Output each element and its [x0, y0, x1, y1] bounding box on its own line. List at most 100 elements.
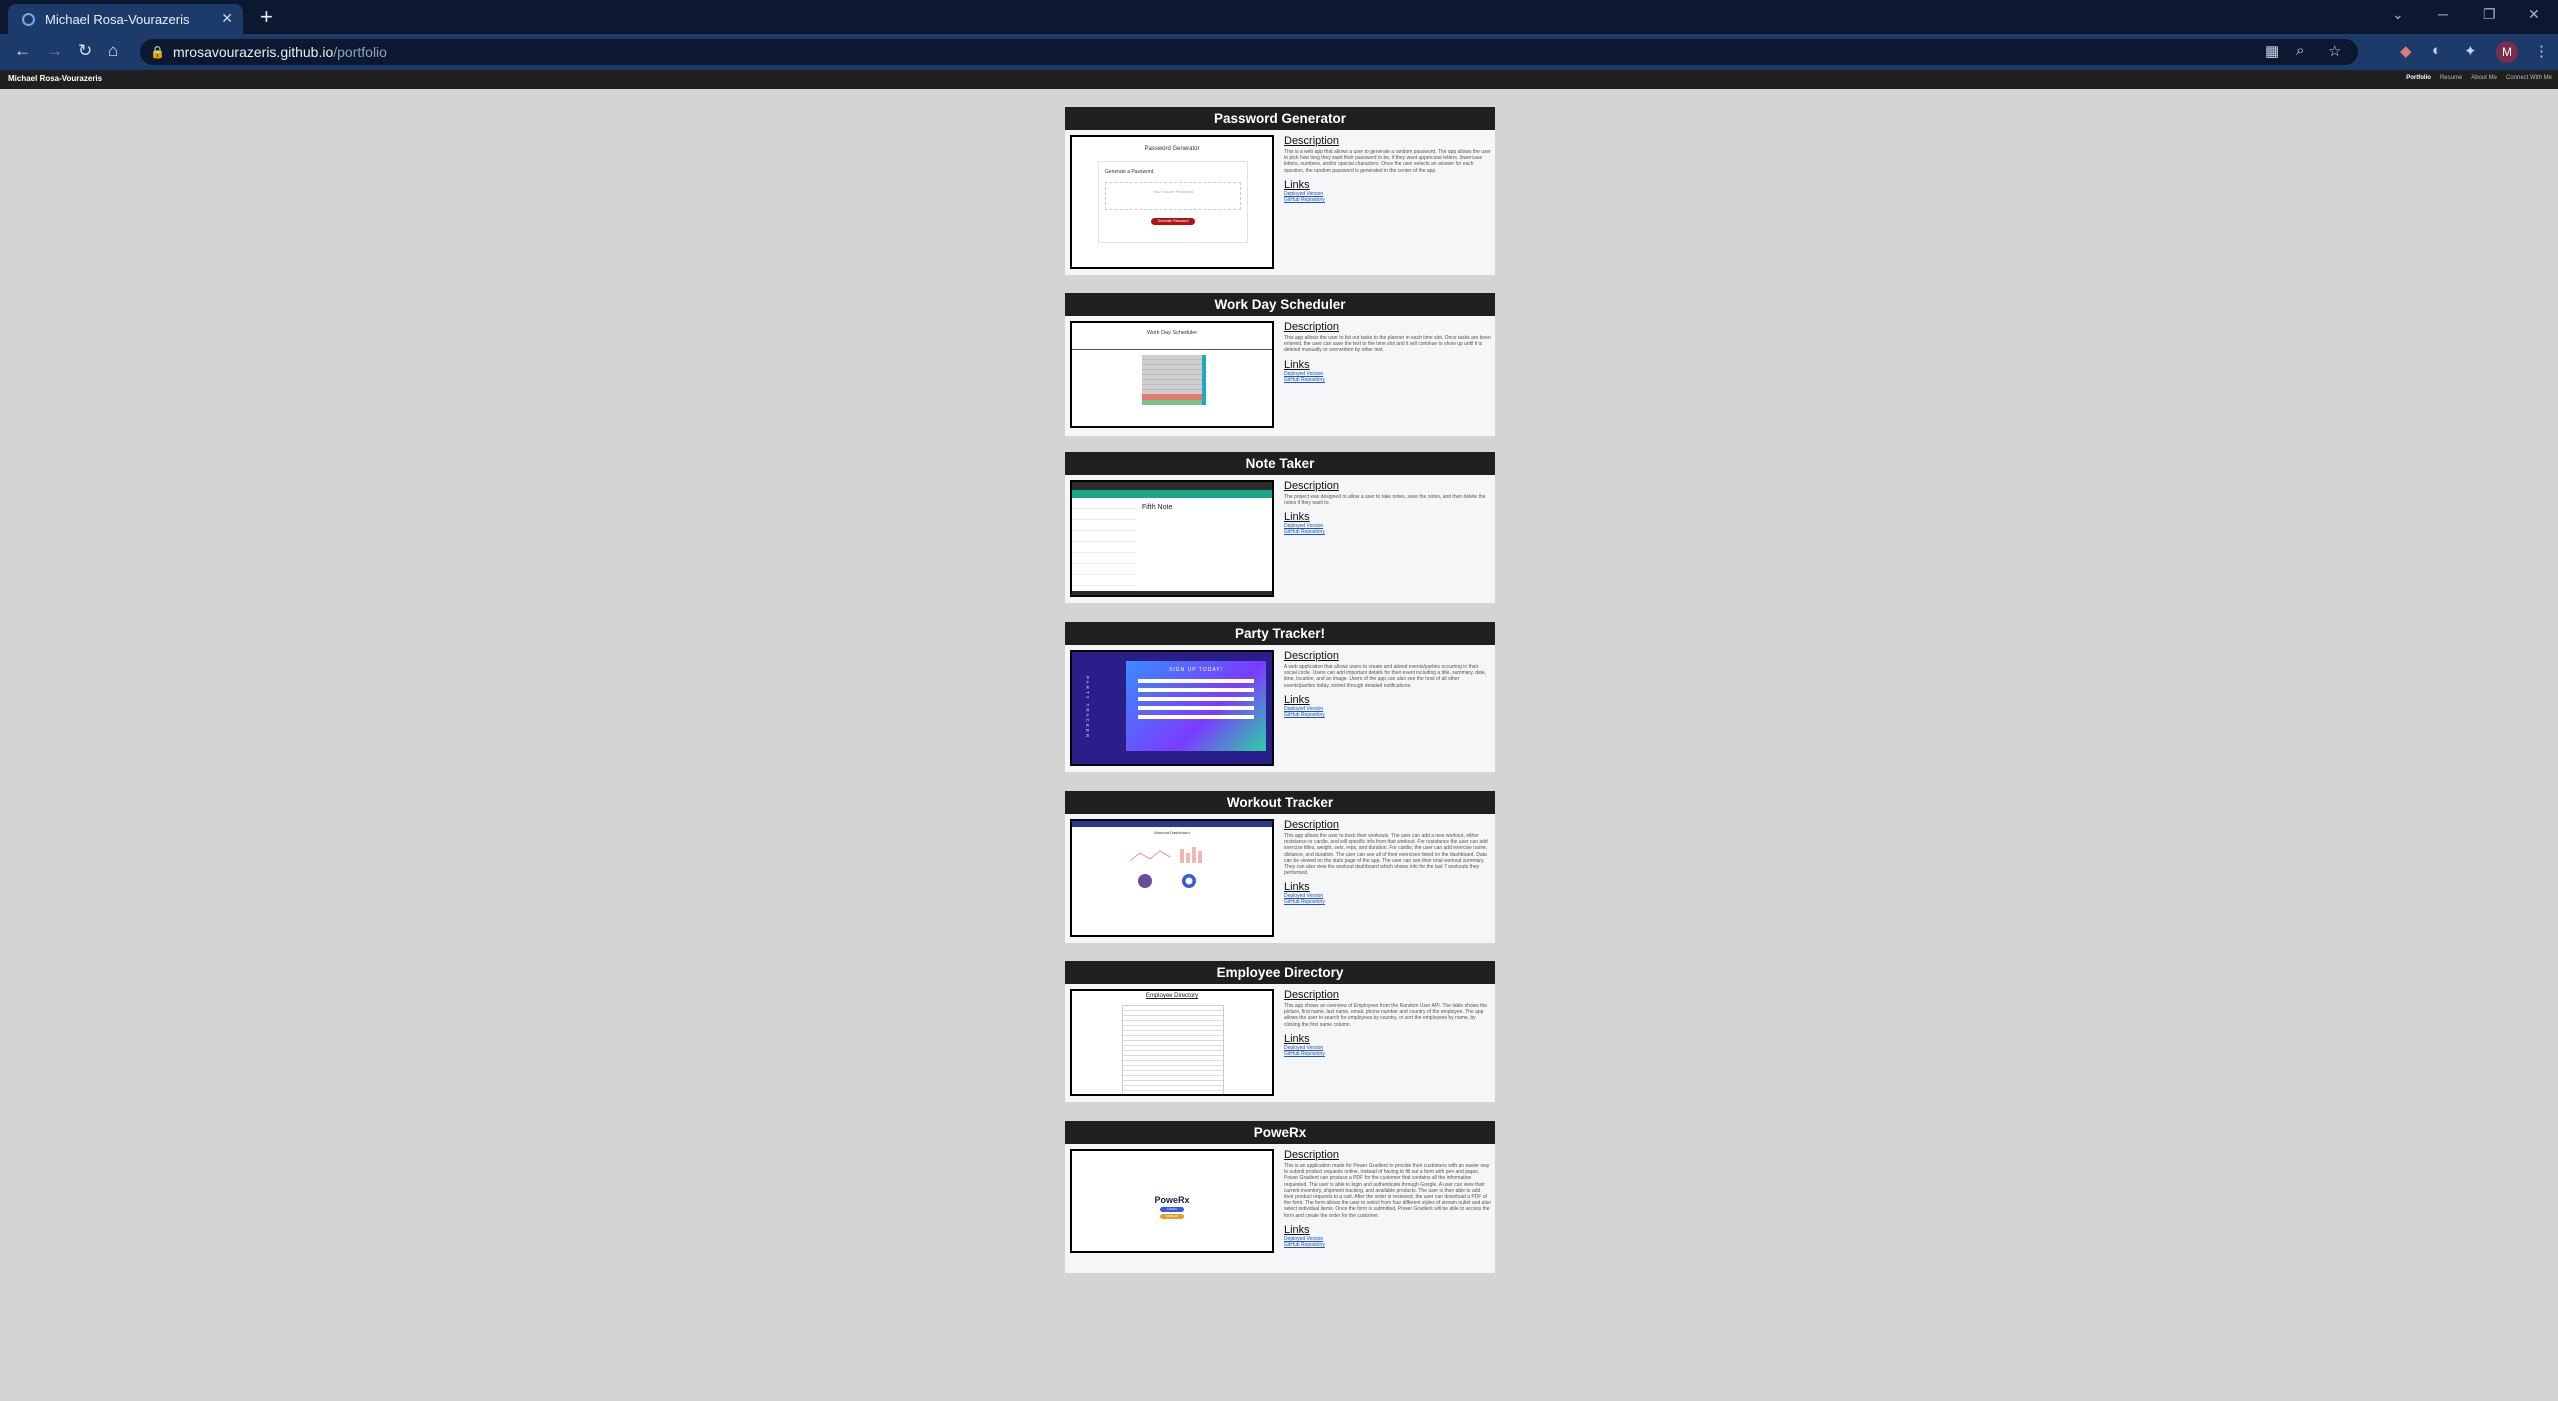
thumb-taskbar — [1072, 591, 1272, 595]
thumb-heading: SIGN UP TODAY! — [1169, 667, 1223, 673]
project-screenshot[interactable]: PARTY TRACKER SIGN UP TODAY! — [1070, 650, 1274, 766]
qr-code-icon[interactable]: ▦ — [2265, 42, 2279, 60]
description-heading: Description — [1284, 650, 1340, 662]
nav-about[interactable]: About Me — [2471, 75, 2497, 81]
links-heading: Links — [1284, 1223, 1310, 1236]
thumb-inputs — [1138, 679, 1254, 721]
project-card: Password Generator Password Generator Ge… — [1065, 107, 1495, 275]
thumb-note-title: Fifth Note — [1142, 504, 1173, 511]
project-title: Party Tracker! — [1065, 622, 1495, 645]
extension-icon[interactable]: ◆ — [2400, 42, 2412, 60]
project-description: This app allows the user to list out tas… — [1284, 335, 1491, 354]
project-title: PoweRx — [1065, 1121, 1495, 1144]
project-screenshot[interactable]: Fifth Note — [1070, 480, 1274, 597]
react-icon — [22, 12, 35, 26]
project-card: Note Taker Fifth Note Description The pr… — [1065, 452, 1495, 603]
url-path: /portfolio — [333, 44, 387, 60]
tab-title: Michael Rosa-Vourazeris — [45, 11, 190, 27]
thumb-side-title: PARTY TRACKER — [1085, 676, 1090, 740]
restore-icon[interactable]: ❐ — [2483, 6, 2496, 23]
project-card: Employee Directory Employee Directory De… — [1065, 961, 1495, 1102]
extension-circle-icon[interactable]: ◐ — [2432, 42, 2441, 59]
home-icon[interactable]: ⌂ — [108, 41, 118, 61]
forward-icon[interactable]: → — [46, 41, 63, 61]
thumb-form-panel: SIGN UP TODAY! — [1126, 661, 1266, 751]
back-icon[interactable]: ← — [14, 41, 31, 61]
links-heading: Links — [1284, 1032, 1310, 1045]
nav-connect[interactable]: Connect With Me — [2506, 75, 2552, 81]
thumb-output: Your Secure Password — [1105, 182, 1241, 210]
links-heading: Links — [1284, 511, 1310, 524]
links-heading: Links — [1284, 358, 1310, 371]
github-link[interactable]: GitHub Repository — [1284, 1242, 1491, 1248]
thumb-title: Workout Dashboard — [1154, 830, 1190, 835]
project-description: This app allows the user to track their … — [1284, 833, 1488, 877]
new-tab-button[interactable]: + — [260, 4, 273, 30]
menu-icon[interactable]: ⋮ — [2534, 42, 2549, 60]
browser-tab[interactable]: Michael Rosa-Vourazeris ✕ — [8, 4, 243, 34]
thumb-row-green — [1142, 400, 1202, 405]
project-card: Party Tracker! PARTY TRACKER SIGN UP TOD… — [1065, 622, 1495, 772]
description-heading: Description — [1284, 819, 1340, 831]
github-link[interactable]: GitHub Repository — [1284, 1051, 1491, 1057]
thumb-title: Work Day Scheduler — [1146, 330, 1198, 336]
project-screenshot[interactable]: Employee Directory — [1070, 989, 1274, 1096]
thumb-divider — [1072, 349, 1272, 350]
browser-tab-strip: Michael Rosa-Vourazeris ✕ + ⌄ ─ ❐ ✕ — [0, 0, 2558, 34]
nav-resume[interactable]: Resume — [2440, 75, 2462, 81]
project-screenshot[interactable]: Workout Dashboard — [1070, 819, 1274, 937]
project-info: Description The project was designed to … — [1284, 480, 1491, 535]
description-heading: Description — [1284, 989, 1340, 1001]
close-tab-icon[interactable]: ✕ — [221, 10, 233, 27]
reload-icon[interactable]: ↻ — [78, 41, 92, 61]
links-heading: Links — [1284, 881, 1310, 894]
project-description: This is an application made for Power Gr… — [1284, 1163, 1491, 1219]
github-link[interactable]: GitHub Repository — [1284, 712, 1491, 718]
description-heading: Description — [1284, 1149, 1340, 1161]
browser-toolbar: ← → ↻ ⌂ 🔒 mrosavourazeris.github.io /por… — [0, 34, 2558, 70]
project-info: Description A web application that allow… — [1284, 650, 1491, 718]
description-heading: Description — [1284, 480, 1340, 492]
site-brand[interactable]: Michael Rosa-Vourazeris — [8, 74, 102, 83]
bookmark-star-icon[interactable]: ☆ — [2328, 42, 2341, 60]
nav-portfolio[interactable]: Portfolio — [2406, 75, 2431, 81]
description-heading: Description — [1284, 135, 1340, 147]
github-link[interactable]: GitHub Repository — [1284, 377, 1491, 383]
project-info: Description This is an application made … — [1284, 1149, 1491, 1248]
thumb-title: PoweRx — [1154, 1195, 1190, 1205]
zoom-icon[interactable]: ⌕ — [2296, 42, 2304, 59]
extensions-puzzle-icon[interactable]: ✦ — [2464, 42, 2477, 60]
address-bar[interactable]: 🔒 mrosavourazeris.github.io /portfolio — [140, 39, 2358, 65]
project-title: Note Taker — [1065, 452, 1495, 475]
project-screenshot[interactable]: Password Generator Generate a Password Y… — [1070, 135, 1274, 269]
profile-avatar[interactable]: M — [2496, 41, 2518, 63]
thumb-nav-bar — [1072, 821, 1272, 827]
thumb-subtitle: Generate a Password — [1105, 169, 1154, 175]
links-heading: Links — [1284, 693, 1310, 706]
project-info: Description This is a web app that allow… — [1284, 135, 1491, 203]
minimize-icon[interactable]: ─ — [2438, 6, 2448, 22]
thumb-charts — [1129, 847, 1202, 888]
project-info: Description This app allows the user to … — [1284, 819, 1491, 905]
thumb-save-column — [1202, 355, 1206, 405]
links-heading: Links — [1284, 178, 1310, 191]
project-title: Employee Directory — [1065, 961, 1495, 984]
github-link[interactable]: GitHub Repository — [1284, 899, 1491, 905]
project-screenshot[interactable]: Work Day Scheduler — [1070, 321, 1274, 428]
description-heading: Description — [1284, 321, 1340, 333]
tab-search-icon[interactable]: ⌄ — [2392, 6, 2404, 23]
url-host: mrosavourazeris.github.io — [172, 44, 334, 60]
thumb-note-list — [1072, 498, 1136, 588]
thumb-button: Generate Password — [1151, 218, 1195, 225]
project-screenshot[interactable]: PoweRx LOGIN SIGN UP — [1070, 1149, 1274, 1253]
github-link[interactable]: GitHub Repository — [1284, 197, 1491, 203]
project-info: Description This app allows the user to … — [1284, 321, 1491, 383]
close-window-icon[interactable]: ✕ — [2528, 6, 2540, 23]
thumb-panel: Generate a Password Your Secure Password… — [1098, 161, 1248, 243]
github-link[interactable]: GitHub Repository — [1284, 529, 1491, 535]
thumb-signup: SIGN UP — [1160, 1214, 1184, 1219]
thumb-table — [1122, 1005, 1224, 1094]
project-info: Description This app shows an overview o… — [1284, 989, 1491, 1057]
site-navbar: Michael Rosa-Vourazeris Portfolio Resume… — [0, 70, 2558, 89]
project-title: Password Generator — [1065, 107, 1495, 130]
